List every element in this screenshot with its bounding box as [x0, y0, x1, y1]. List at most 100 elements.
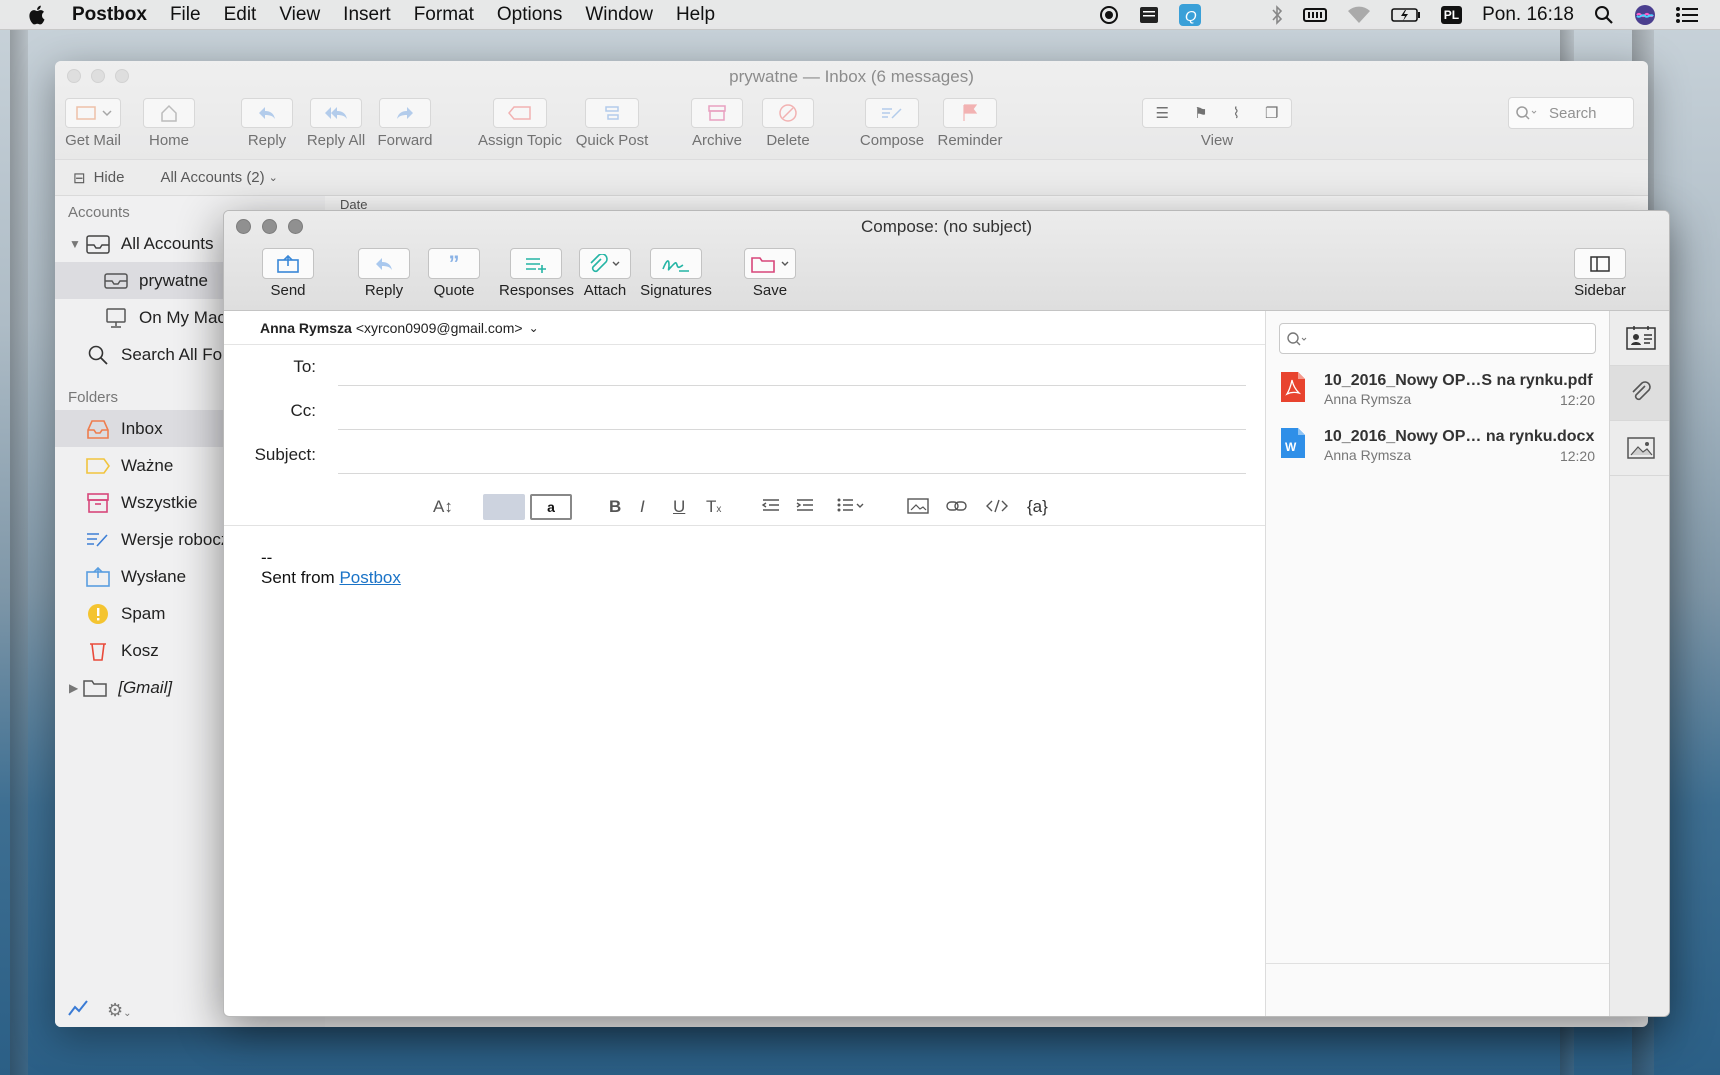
input-source-badge[interactable]: PL [1440, 6, 1463, 24]
clear-formatting-button[interactable]: Tx [706, 497, 721, 517]
flag-view-icon[interactable]: ⚑ [1194, 104, 1207, 122]
to-field[interactable] [338, 358, 1246, 386]
wifi-icon[interactable] [1347, 6, 1371, 24]
insert-link-icon[interactable] [946, 497, 968, 520]
compose-button[interactable]: Compose [859, 98, 925, 149]
insert-image-icon[interactable] [907, 497, 929, 520]
contacts-tab[interactable] [1610, 311, 1669, 366]
home-label: Home [148, 132, 189, 149]
memory-icon[interactable] [1302, 6, 1327, 24]
subject-label: Subject: [254, 445, 316, 464]
cc-field[interactable] [338, 402, 1246, 430]
trash-icon [85, 640, 111, 662]
home-icon [143, 98, 195, 128]
reply-icon [358, 248, 410, 279]
menu-format[interactable]: Format [414, 4, 474, 26]
save-button[interactable]: Save [742, 248, 798, 299]
gear-icon[interactable]: ⚙⌄ [107, 1000, 132, 1021]
menu-help[interactable]: Help [676, 4, 715, 26]
from-email: <xyrcon0909@gmail.com> [355, 319, 523, 336]
reply-button[interactable]: Reply [239, 98, 295, 149]
chevron-down-icon[interactable]: ⌄ [269, 171, 278, 184]
accounts-filter[interactable]: All Accounts (2) [160, 169, 264, 186]
attachment-search-field[interactable] [1279, 323, 1596, 354]
reply-all-button[interactable]: Reply All [305, 98, 367, 149]
images-tab[interactable] [1610, 421, 1669, 476]
attachment-item-docx[interactable]: W 10_2016_Nowy OP… na rynku.docx Anna Ry… [1266, 420, 1609, 474]
italic-button[interactable]: I [640, 497, 645, 517]
archive-button[interactable]: Archive [689, 98, 745, 149]
home-button[interactable]: Home [139, 98, 199, 149]
outdent-icon[interactable] [761, 497, 781, 518]
attachments-tab[interactable] [1610, 366, 1669, 421]
record-icon[interactable] [1099, 5, 1119, 25]
notes-icon[interactable] [1139, 5, 1159, 25]
from-selector[interactable]: Anna Rymsza <xyrcon0909@gmail.com> ⌄ [224, 311, 1265, 345]
battery-icon[interactable] [1390, 7, 1421, 23]
menu-insert[interactable]: Insert [343, 4, 391, 26]
underline-button[interactable]: U [673, 497, 685, 517]
sidebar-toggle-button[interactable]: Sidebar [1570, 248, 1630, 299]
hide-sidebar-button[interactable]: Hide [94, 169, 125, 186]
disclosure-triangle-icon[interactable]: ▶ [69, 681, 78, 695]
signatures-label: Signatures [640, 282, 712, 299]
main-search-field[interactable]: Search [1508, 97, 1634, 129]
font-size-button[interactable]: A↕ [433, 497, 453, 517]
paperclip-icon [579, 248, 631, 279]
delete-label: Delete [766, 132, 810, 149]
image-icon [1626, 437, 1655, 459]
activity-icon[interactable] [67, 999, 89, 1021]
quicksilver-icon[interactable]: Q [1178, 4, 1201, 26]
preview-pane-icon[interactable]: ❐ [1265, 104, 1278, 122]
variables-button[interactable]: {a} [1027, 497, 1048, 517]
chevron-down-icon[interactable]: ⌄ [529, 321, 539, 335]
hide-sidebar-icon[interactable]: ⊟ [73, 169, 86, 187]
signature-icon [650, 248, 702, 279]
message-body[interactable]: -- Sent from Postbox [261, 548, 401, 588]
apple-icon[interactable] [28, 4, 50, 26]
html-source-icon[interactable] [986, 497, 1008, 520]
quick-post-button[interactable]: Quick Post [575, 98, 649, 149]
menu-file[interactable]: File [170, 4, 201, 26]
delete-button[interactable]: Delete [761, 98, 815, 149]
svg-text:Q: Q [1185, 8, 1197, 25]
assign-topic-label: Assign Topic [478, 132, 562, 149]
menu-app-name[interactable]: Postbox [72, 4, 147, 26]
view-segmented-control[interactable]: ☰ ⚑ ⌇ ❐ View [1140, 98, 1294, 149]
subject-field[interactable] [338, 446, 1246, 474]
attachment-view-icon[interactable]: ⌇ [1233, 104, 1240, 122]
notification-center-icon[interactable] [1676, 6, 1698, 24]
menu-options[interactable]: Options [497, 4, 562, 26]
highlight-color-swatch[interactable] [483, 494, 525, 520]
get-mail-button[interactable]: Get Mail [63, 98, 123, 149]
siri-icon[interactable] [1634, 4, 1656, 26]
address-card-icon [1625, 326, 1656, 350]
inbox-tray-icon [103, 270, 129, 292]
reminder-button[interactable]: Reminder [935, 98, 1005, 149]
assign-topic-button[interactable]: Assign Topic [475, 98, 565, 149]
compose-reply-button[interactable]: Reply [356, 248, 412, 299]
forward-button[interactable]: Forward [377, 98, 433, 149]
list-view-icon[interactable]: ☰ [1156, 104, 1169, 122]
list-style-icon[interactable] [836, 497, 866, 518]
indent-icon[interactable] [795, 497, 815, 518]
attach-button[interactable]: Attach [577, 248, 633, 299]
responses-button[interactable]: Responses [499, 248, 574, 299]
signatures-button[interactable]: Signatures [637, 248, 715, 299]
menu-window[interactable]: Window [585, 4, 653, 26]
attachment-item-pdf[interactable]: 10_2016_Nowy OP…S na rynku.pdf Anna Ryms… [1266, 364, 1609, 418]
disclosure-triangle-icon[interactable]: ▼ [69, 237, 81, 251]
postbox-link[interactable]: Postbox [339, 568, 400, 587]
clock-text[interactable]: Pon. 16:18 [1482, 4, 1574, 26]
bold-button[interactable]: B [609, 497, 621, 517]
menu-view[interactable]: View [279, 4, 320, 26]
spotlight-search-icon[interactable] [1594, 5, 1614, 25]
bluetooth-icon[interactable] [1271, 5, 1283, 25]
quote-button[interactable]: ” Quote [426, 248, 482, 299]
menu-edit[interactable]: Edit [224, 4, 257, 26]
compose-icon [865, 98, 919, 128]
word-file-icon: W [1281, 428, 1305, 458]
text-color-button[interactable]: a [530, 494, 572, 520]
send-button[interactable]: Send [260, 248, 316, 299]
drafts-icon [85, 529, 111, 551]
